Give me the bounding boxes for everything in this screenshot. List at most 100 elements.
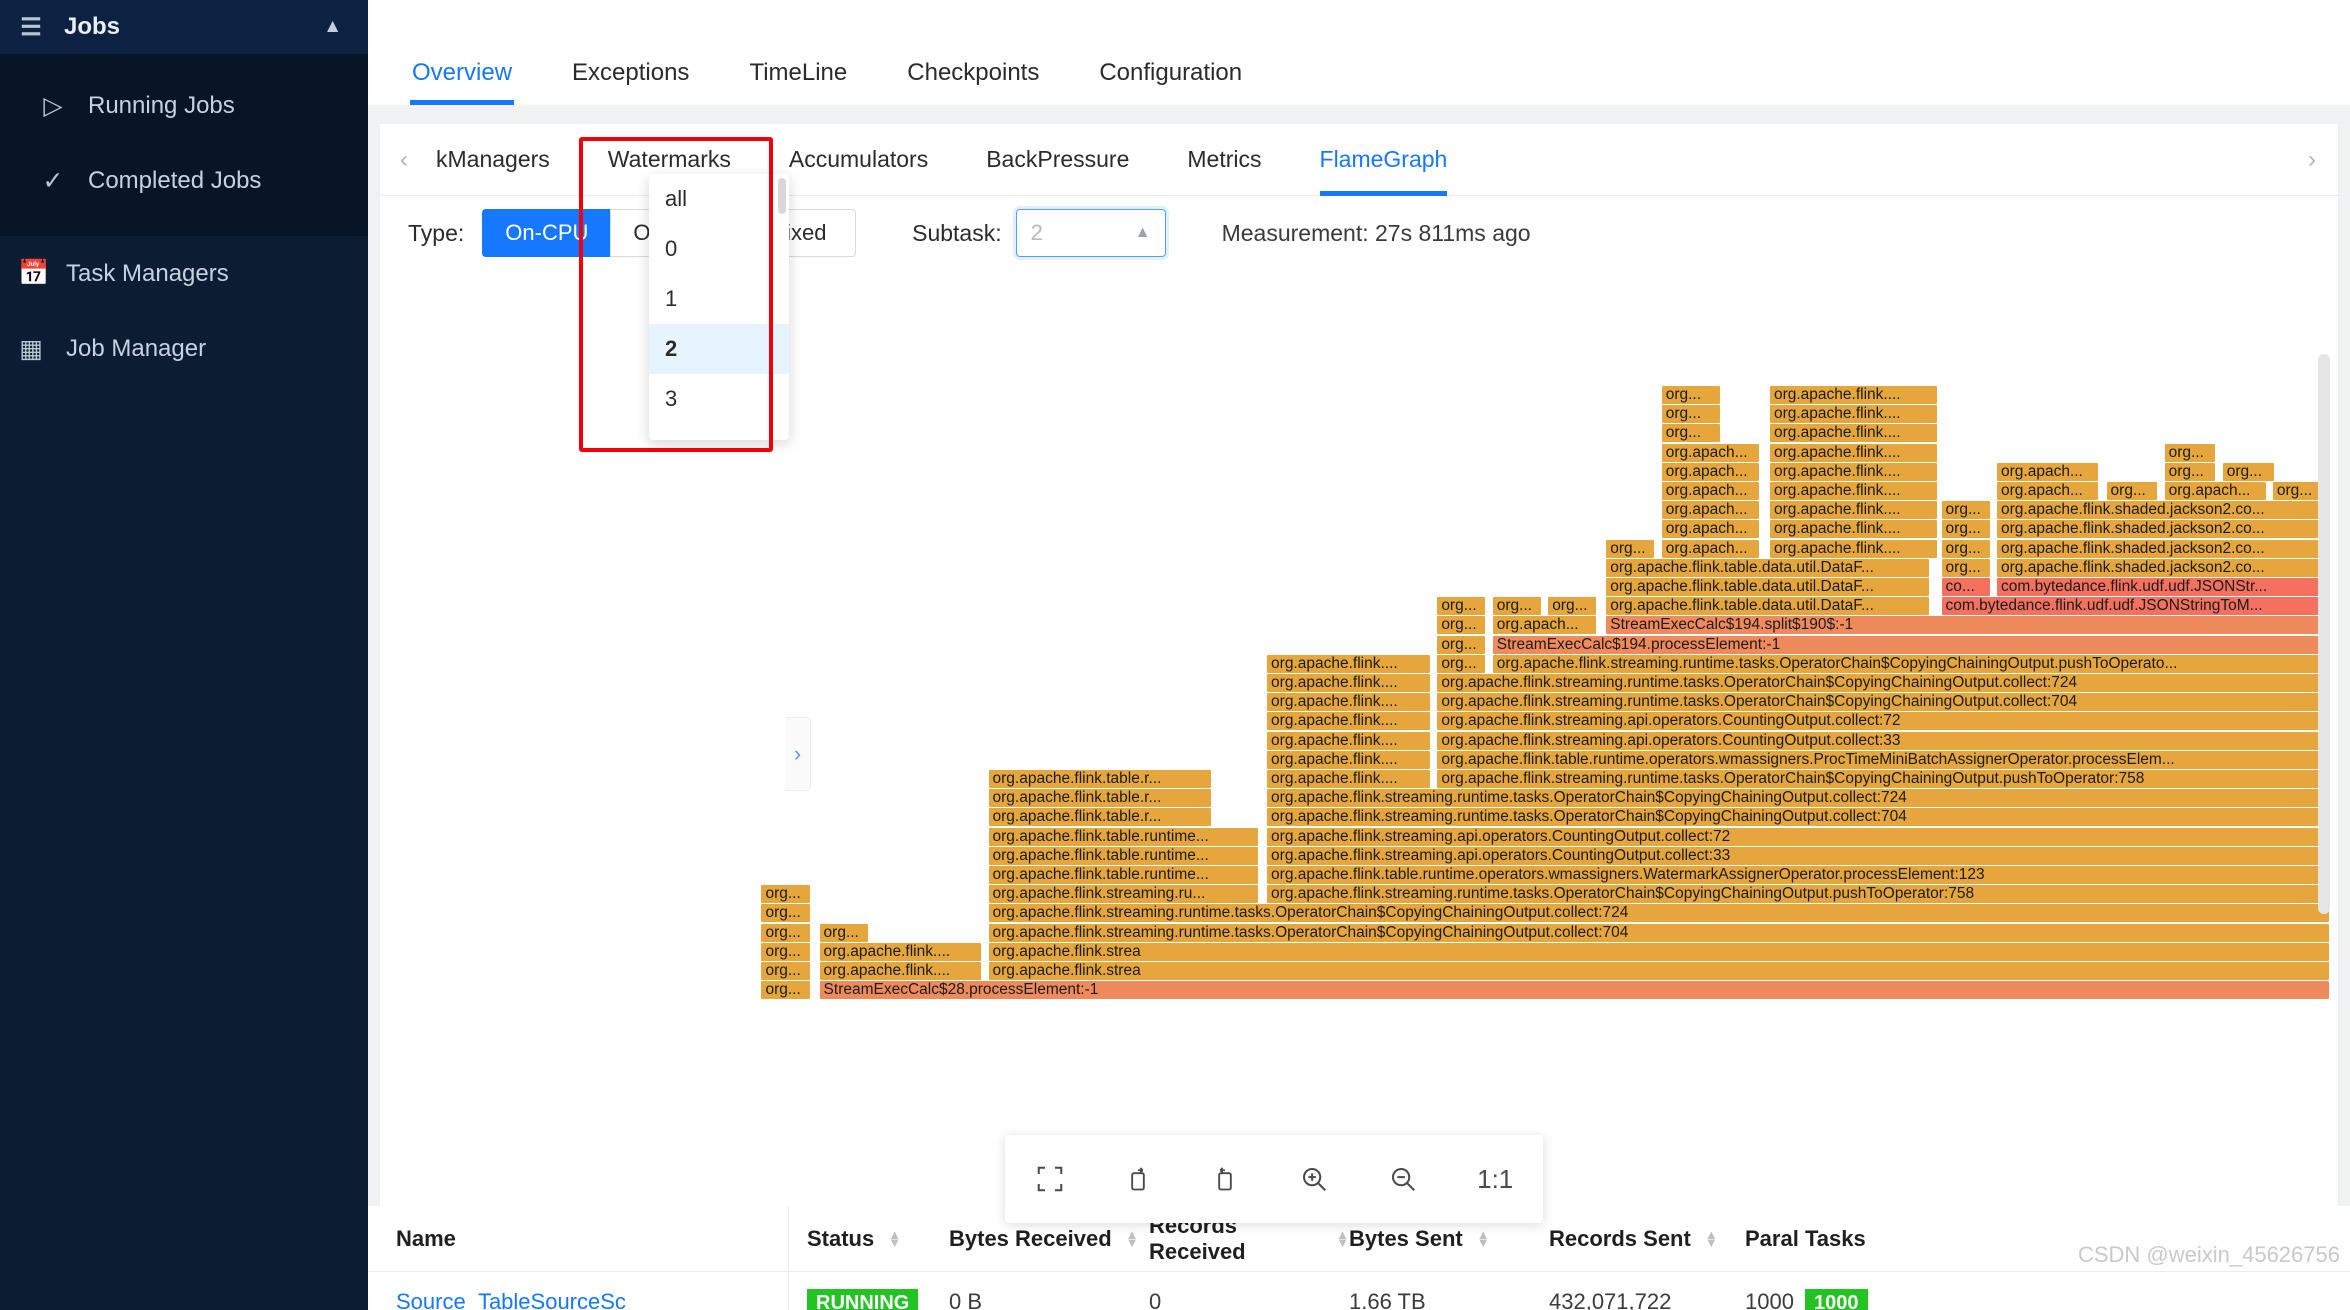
flame-bar[interactable]: org.apach... bbox=[1492, 616, 1597, 635]
flame-bar[interactable]: org.apache.flink.table.runtime... bbox=[988, 827, 1259, 846]
flame-bar[interactable]: org... bbox=[1941, 501, 1990, 520]
flame-bar[interactable]: org... bbox=[761, 904, 810, 923]
flame-bar[interactable]: org... bbox=[1661, 424, 1721, 443]
flame-bar[interactable]: org.apache.flink.table.r... bbox=[988, 770, 1211, 788]
flame-bar[interactable]: org.apache.flink.... bbox=[1769, 539, 1937, 558]
sidebar-item-completed-jobs[interactable]: ✓ Completed Jobs bbox=[0, 143, 368, 218]
sidebar-item-job-manager[interactable]: ▦ Job Manager bbox=[0, 311, 368, 386]
flame-bar[interactable]: org.apache.flink.streaming.runtime.tasks… bbox=[1492, 654, 2329, 673]
flame-graph-scrollbar[interactable] bbox=[2318, 354, 2330, 914]
column-header-records-sent[interactable]: Records Sent ▲ ▼ bbox=[1549, 1226, 1745, 1252]
sort-icon[interactable]: ▲ ▼ bbox=[1336, 1228, 1349, 1249]
flame-bar[interactable]: org.apache.flink.... bbox=[1267, 693, 1431, 712]
flame-bar[interactable]: org.apache.flink.... bbox=[1267, 750, 1431, 769]
dropdown-option-1[interactable]: 1 bbox=[649, 274, 789, 324]
flame-bar[interactable]: org.apache.flink.table.data.util.DataF..… bbox=[1606, 597, 1929, 616]
table-row[interactable]: Source_TableSourceSc RUNNING 0 B 0 1.66 … bbox=[368, 1272, 2350, 1310]
flame-bar[interactable]: org.apache.flink.table.data.util.DataF..… bbox=[1606, 558, 1929, 577]
flame-bar[interactable]: org.apache.flink.streaming.runtime.tasks… bbox=[1437, 693, 2329, 712]
flame-bar[interactable]: org.apache.flink.... bbox=[1267, 654, 1431, 673]
flame-bar[interactable]: org.apache.flink.streaming.runtime.tasks… bbox=[1437, 770, 2329, 788]
flame-bar[interactable]: org.apache.flink.streaming.ru... bbox=[988, 885, 1259, 904]
flame-bar[interactable]: org.apache.flink.table.runtime.operators… bbox=[1267, 866, 2329, 884]
flame-bar[interactable]: org.apach... bbox=[1661, 520, 1759, 539]
column-header-status[interactable]: Status ▲ ▼ bbox=[807, 1226, 949, 1252]
flame-bar[interactable]: org... bbox=[2222, 462, 2274, 481]
flame-bar[interactable]: org.apache.flink.... bbox=[1769, 501, 1937, 520]
sort-icon[interactable]: ▲ ▼ bbox=[1126, 1228, 1139, 1249]
flame-bar[interactable]: org... bbox=[1437, 616, 1486, 635]
tab-checkpoints[interactable]: Checkpoints bbox=[905, 59, 1041, 105]
flame-bar[interactable]: org.apache.flink.... bbox=[1769, 520, 1937, 539]
flame-bar[interactable]: co... bbox=[1941, 578, 1990, 596]
flame-bar[interactable]: org.apache.flink.... bbox=[1769, 482, 1937, 500]
zoom-in-icon[interactable] bbox=[1299, 1164, 1329, 1194]
dropdown-option-4[interactable]: 4 bbox=[649, 424, 789, 440]
flame-bar[interactable]: com.bytedance.flink.udf.udf.JSONStr... bbox=[1997, 578, 2329, 596]
flame-bar[interactable]: org.apache.flink.... bbox=[1769, 462, 1937, 481]
expand-panel-button[interactable]: › bbox=[785, 717, 811, 791]
flame-bar[interactable]: com.bytedance.flink.udf.udf.JSONStringTo… bbox=[1941, 597, 2329, 616]
flame-bar[interactable]: org.apache.flink.strea bbox=[988, 962, 2329, 980]
subtab-accumulators[interactable]: Accumulators bbox=[789, 124, 928, 196]
flame-bar[interactable]: org... bbox=[2106, 482, 2158, 500]
subtab-flamegraph[interactable]: FlameGraph bbox=[1319, 124, 1447, 196]
column-header-name[interactable]: Name bbox=[368, 1226, 788, 1252]
flame-bar[interactable]: org.apache.flink.table.r... bbox=[988, 789, 1211, 808]
flame-bar[interactable]: org... bbox=[1941, 520, 1990, 539]
tab-configuration[interactable]: Configuration bbox=[1097, 59, 1244, 105]
flame-graph[interactable]: org... org.apache.flink.... org... org.apac… bbox=[380, 386, 2338, 1069]
flame-bar[interactable]: org.apach... bbox=[1661, 501, 1759, 520]
flame-bar[interactable]: org.apache.flink.streaming.api.operators… bbox=[1437, 712, 2329, 731]
sidebar-item-task-managers[interactable]: 📅 Task Managers bbox=[0, 236, 368, 311]
column-header-tasks[interactable]: Tasks bbox=[1805, 1226, 1945, 1252]
flame-bar[interactable]: org... bbox=[1661, 405, 1721, 424]
flame-bar[interactable]: org.apache.flink.streaming.api.operators… bbox=[1267, 827, 2329, 846]
dropdown-option-3[interactable]: 3 bbox=[649, 374, 789, 424]
flame-bar[interactable]: org.apache.flink.table.r... bbox=[988, 808, 1211, 827]
flame-bar[interactable]: org.apache.flink.... bbox=[1769, 424, 1937, 443]
flame-bar[interactable]: org... bbox=[1661, 386, 1721, 404]
subtab-kmanagers[interactable]: kManagers bbox=[436, 124, 550, 196]
dropdown-option-0[interactable]: 0 bbox=[649, 224, 789, 274]
flame-bar[interactable]: org.apach... bbox=[1661, 482, 1759, 500]
flame-bar[interactable]: org... bbox=[1548, 597, 1597, 616]
flame-bar[interactable]: org.apache.flink.streaming.runtime.tasks… bbox=[1267, 789, 2329, 808]
dropdown-scrollbar[interactable] bbox=[778, 178, 786, 214]
flame-bar[interactable]: org... bbox=[2164, 462, 2216, 481]
sidebar-item-running-jobs[interactable]: ▷ Running Jobs bbox=[0, 68, 368, 143]
flame-bar[interactable]: org... bbox=[761, 942, 810, 961]
subtab-backpressure[interactable]: BackPressure bbox=[986, 124, 1129, 196]
flame-bar[interactable]: org.apach... bbox=[1997, 462, 2098, 481]
dropdown-option-2[interactable]: 2 bbox=[649, 324, 789, 374]
reset-zoom-icon[interactable]: 1:1 bbox=[1477, 1164, 1513, 1195]
type-option-on-cpu[interactable]: On-CPU bbox=[482, 209, 611, 257]
flame-bar[interactable]: org.apache.flink.table.runtime.operators… bbox=[1437, 750, 2329, 769]
column-header-bytes-sent[interactable]: Bytes Sent ▲ ▼ bbox=[1349, 1226, 1549, 1252]
flame-bar[interactable]: org... bbox=[1941, 558, 1990, 577]
flame-bar[interactable]: org.apache.flink.... bbox=[1769, 386, 1937, 404]
flame-bar[interactable]: org.apach... bbox=[2164, 482, 2266, 500]
row-name-link[interactable]: Source_TableSourceSc bbox=[368, 1289, 788, 1310]
flame-bar[interactable]: org.apache.flink.streaming.runtime.tasks… bbox=[1267, 885, 2329, 904]
flame-bar[interactable]: org.apache.flink.... bbox=[1267, 770, 1431, 788]
sort-icon[interactable]: ▲ ▼ bbox=[888, 1228, 901, 1249]
flame-bar[interactable]: org.apache.flink.shaded.jackson2.co... bbox=[1997, 539, 2329, 558]
flame-bar[interactable]: StreamExecCalc$194.split$190$:-1 bbox=[1606, 616, 2329, 635]
flame-bar[interactable]: org.apach... bbox=[1661, 462, 1759, 481]
flame-bar[interactable]: org.apache.flink.streaming.api.operators… bbox=[1437, 731, 2329, 750]
flame-bar[interactable]: org... bbox=[1492, 597, 1541, 616]
flame-bar[interactable]: org.apach... bbox=[1997, 482, 2098, 500]
flame-bar[interactable]: org.apache.flink.table.runtime... bbox=[988, 846, 1259, 865]
flame-bar[interactable]: org... bbox=[2164, 443, 2216, 462]
subtab-metrics[interactable]: Metrics bbox=[1187, 124, 1261, 196]
flame-bar[interactable]: org.apache.flink.... bbox=[819, 962, 982, 980]
sort-icon[interactable]: ▲ ▼ bbox=[1477, 1228, 1490, 1249]
chevron-right-icon[interactable]: › bbox=[2308, 146, 2316, 174]
flame-bar[interactable]: org.apach... bbox=[1661, 539, 1759, 558]
flame-bar[interactable]: org... bbox=[761, 981, 810, 1000]
flame-bar[interactable]: org.apach... bbox=[1661, 443, 1759, 462]
flame-bar[interactable]: org.apache.flink.... bbox=[1267, 731, 1431, 750]
flame-bar[interactable]: org.apache.flink.... bbox=[1769, 443, 1937, 462]
flame-bar[interactable]: org.apache.flink.... bbox=[1267, 712, 1431, 731]
